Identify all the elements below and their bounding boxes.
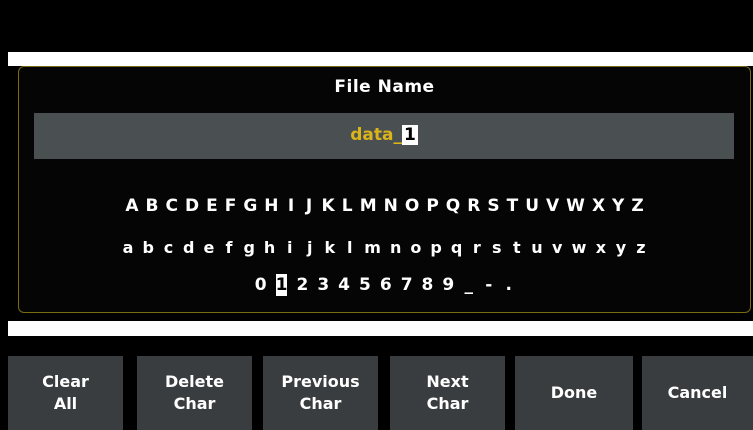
uppercase-key[interactable]: X: [592, 195, 605, 217]
clear-all-button[interactable]: Clear All: [8, 356, 123, 430]
digit-symbol-key[interactable]: 8: [422, 274, 434, 296]
dialog-title: File Name: [334, 77, 435, 97]
clear-all-label: Clear All: [42, 372, 89, 413]
lowercase-key[interactable]: s: [491, 237, 502, 259]
dialog-bottom-strip: [8, 321, 753, 336]
uppercase-key[interactable]: L: [342, 195, 353, 217]
digit-symbol-key[interactable]: _: [463, 274, 474, 296]
dialog-top-strip: [8, 52, 753, 66]
uppercase-key[interactable]: P: [426, 195, 438, 217]
uppercase-key[interactable]: E: [206, 195, 218, 217]
digit-symbol-key[interactable]: 9: [442, 274, 454, 296]
digit-symbol-key[interactable]: 2: [296, 274, 308, 296]
uppercase-key[interactable]: J: [304, 195, 315, 217]
digit-symbol-key[interactable]: .: [503, 274, 514, 296]
lowercase-key[interactable]: m: [364, 237, 381, 259]
uppercase-key[interactable]: Y: [612, 195, 624, 217]
uppercase-key[interactable]: N: [384, 195, 398, 217]
cancel-label: Cancel: [667, 383, 728, 402]
uppercase-key[interactable]: D: [185, 195, 199, 217]
lowercase-key[interactable]: g: [243, 237, 254, 259]
lowercase-key[interactable]: u: [531, 237, 542, 259]
lowercase-key[interactable]: l: [344, 237, 355, 259]
digit-symbol-key[interactable]: 6: [380, 274, 392, 296]
uppercase-key[interactable]: F: [225, 195, 237, 217]
lowercase-key[interactable]: q: [451, 237, 462, 259]
lowercase-key[interactable]: b: [143, 237, 154, 259]
filename-prefix: data_: [350, 125, 402, 145]
lowercase-key[interactable]: j: [304, 237, 315, 259]
uppercase-key[interactable]: W: [566, 195, 585, 217]
softkey-bar: Clear All Delete Char Previous Char Next…: [0, 356, 753, 430]
file-name-dialog: File Name data_ 1 ABCDEFGHIJKLMNOPQRSTUVW…: [18, 66, 751, 313]
done-label: Done: [550, 383, 598, 402]
uppercase-key[interactable]: R: [467, 195, 480, 217]
uppercase-key[interactable]: V: [546, 195, 559, 217]
uppercase-key[interactable]: K: [322, 195, 335, 217]
lowercase-key[interactable]: f: [223, 237, 234, 259]
keyboard-row-uppercase: ABCDEFGHIJKLMNOPQRSTUVWXYZ: [19, 195, 750, 217]
lowercase-key[interactable]: v: [552, 237, 563, 259]
digit-symbol-key[interactable]: 1: [275, 274, 288, 296]
lowercase-key[interactable]: p: [430, 237, 441, 259]
lowercase-key[interactable]: o: [410, 237, 421, 259]
lowercase-key[interactable]: e: [203, 237, 215, 259]
uppercase-key[interactable]: U: [525, 195, 539, 217]
uppercase-key[interactable]: Z: [631, 195, 643, 217]
next-char-button[interactable]: Next Char: [390, 356, 505, 430]
lowercase-key[interactable]: t: [511, 237, 522, 259]
digit-symbol-key[interactable]: 7: [401, 274, 413, 296]
lowercase-key[interactable]: c: [163, 237, 174, 259]
lowercase-key[interactable]: i: [284, 237, 295, 259]
lowercase-key[interactable]: n: [390, 237, 401, 259]
uppercase-key[interactable]: T: [507, 195, 519, 217]
delete-char-button[interactable]: Delete Char: [137, 356, 252, 430]
filename-cursor-char: 1: [401, 125, 418, 145]
uppercase-key[interactable]: G: [243, 195, 257, 217]
screen-top-band: [0, 0, 753, 52]
lowercase-key[interactable]: z: [635, 237, 646, 259]
lowercase-key[interactable]: x: [595, 237, 606, 259]
cancel-button[interactable]: Cancel: [642, 356, 753, 430]
lowercase-key[interactable]: a: [123, 237, 134, 259]
uppercase-key[interactable]: A: [125, 195, 138, 217]
next-char-label: Next Char: [426, 372, 469, 413]
done-button[interactable]: Done: [515, 356, 633, 430]
lowercase-key[interactable]: k: [324, 237, 335, 259]
uppercase-key[interactable]: Q: [446, 195, 460, 217]
digit-symbol-key[interactable]: 3: [317, 274, 329, 296]
uppercase-key[interactable]: M: [360, 195, 377, 217]
uppercase-key[interactable]: C: [165, 195, 177, 217]
uppercase-key[interactable]: B: [145, 195, 158, 217]
lowercase-key[interactable]: r: [471, 237, 482, 259]
digit-symbol-key[interactable]: -: [483, 274, 494, 296]
lowercase-key[interactable]: d: [183, 237, 194, 259]
lowercase-key[interactable]: w: [572, 237, 587, 259]
digit-symbol-key[interactable]: 4: [338, 274, 350, 296]
filename-value: data_ 1: [34, 125, 734, 145]
digit-symbol-key[interactable]: 5: [359, 274, 371, 296]
previous-char-button[interactable]: Previous Char: [263, 356, 378, 430]
uppercase-key[interactable]: S: [487, 195, 499, 217]
uppercase-key[interactable]: I: [286, 195, 297, 217]
keyboard-row-digits: 0 1 2 3 4 5 6 7 8 9 _ -.: [19, 274, 750, 296]
lowercase-key[interactable]: y: [615, 237, 626, 259]
previous-char-label: Previous Char: [281, 372, 360, 413]
digit-symbol-key[interactable]: 0: [255, 274, 267, 296]
uppercase-key[interactable]: H: [264, 195, 278, 217]
filename-input[interactable]: data_ 1: [34, 113, 734, 159]
delete-char-label: Delete Char: [165, 372, 224, 413]
uppercase-key[interactable]: O: [405, 195, 419, 217]
lowercase-key[interactable]: h: [264, 237, 275, 259]
keyboard-row-lowercase: abcdefghijklmnopqrstuvwxyz: [19, 237, 750, 259]
